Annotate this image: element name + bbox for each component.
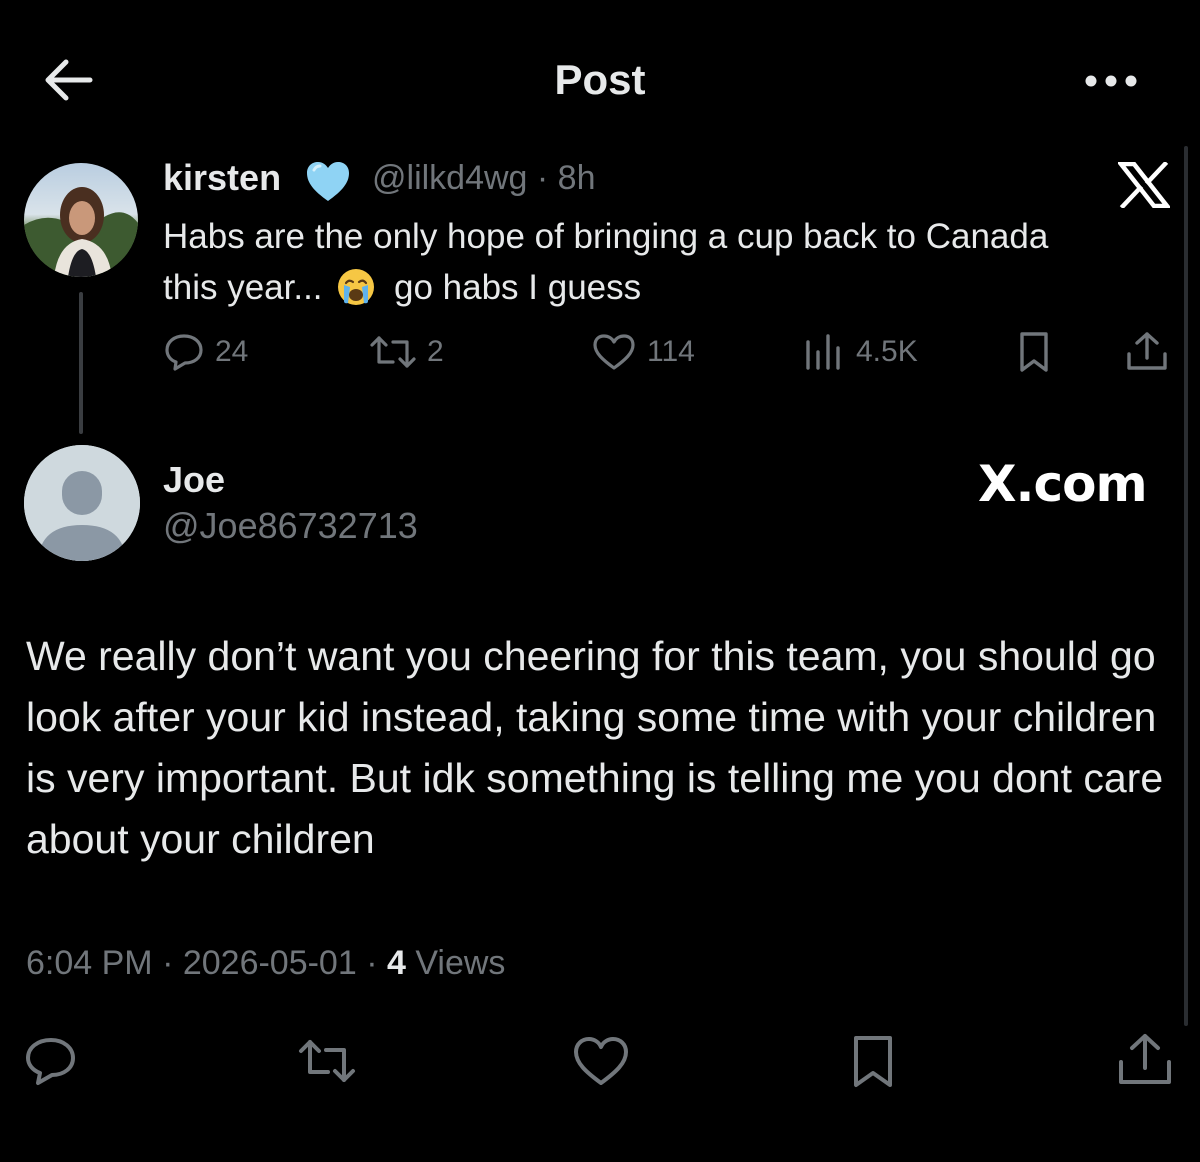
view-count: 4.5K <box>856 335 918 368</box>
reply-author-handle[interactable]: @Joe86732713 <box>163 505 418 547</box>
post-text-line-2: this year... go habs I guess <box>163 262 1178 313</box>
like-button[interactable]: 114 <box>591 330 695 374</box>
views-button[interactable]: 4.5K <box>802 330 918 374</box>
repost-count: 2 <box>427 335 444 368</box>
reply-icon <box>26 1038 75 1085</box>
avatar-photo <box>24 163 138 277</box>
reply-bar-button[interactable] <box>20 1030 82 1092</box>
more-horizontal-icon <box>1085 75 1137 87</box>
repost-button[interactable]: 2 <box>369 330 444 374</box>
share-button[interactable] <box>1124 330 1180 374</box>
loudly-crying-face-icon <box>336 267 376 307</box>
views-count: 4 <box>386 944 406 982</box>
watermark-domain: X.com <box>978 455 1148 513</box>
default-avatar-icon <box>24 445 140 561</box>
reply-text: We really don’t want you cheering for th… <box>26 633 1164 862</box>
like-count: 114 <box>647 335 695 368</box>
reply-icon <box>165 334 203 371</box>
page-title: Post <box>554 56 646 103</box>
reply-author-name[interactable]: Joe <box>163 459 225 501</box>
share-icon <box>1119 1034 1171 1084</box>
share-icon <box>1127 332 1167 370</box>
views-label: Views <box>405 944 506 982</box>
timestamp: 6:04 PM · 2026-05-01 · <box>26 944 387 982</box>
author-name[interactable]: kirsten <box>163 157 281 199</box>
thread-connector <box>79 292 83 434</box>
author-handle-time[interactable]: @lilkd4wg · 8h <box>372 159 596 198</box>
analytics-icon <box>806 334 840 370</box>
post-text: Habs are the only hope of bringing a cup… <box>163 211 1178 313</box>
post-text-line-2-end: go habs I guess <box>394 268 642 307</box>
avatar-kirsten[interactable] <box>24 163 138 277</box>
avatar-joe[interactable] <box>24 445 140 561</box>
repost-icon <box>299 1040 355 1082</box>
like-bar-button[interactable] <box>570 1030 632 1092</box>
bookmark-bar-button[interactable] <box>842 1030 904 1092</box>
scrollbar[interactable] <box>1184 146 1188 1026</box>
share-bar-button[interactable] <box>1114 1030 1176 1092</box>
reply-count: 24 <box>215 335 249 368</box>
more-options-button[interactable] <box>1080 66 1142 96</box>
post-meta: 6:04 PM · 2026-05-01 · 4 Views <box>26 944 505 983</box>
repost-icon <box>370 336 416 368</box>
heart-icon <box>574 1037 628 1085</box>
bookmark-button[interactable] <box>1014 330 1064 374</box>
x-logo-icon <box>1118 162 1170 208</box>
repost-bar-button[interactable] <box>296 1030 358 1092</box>
post-text-line-2-start: this year... <box>163 268 323 307</box>
blue-heart-icon <box>304 158 352 206</box>
bookmark-icon <box>1020 332 1048 372</box>
post-text-line-1: Habs are the only hope of bringing a cup… <box>163 217 1049 256</box>
reply-button[interactable]: 24 <box>163 330 248 374</box>
heart-icon <box>593 334 635 370</box>
bookmark-icon <box>854 1036 892 1087</box>
